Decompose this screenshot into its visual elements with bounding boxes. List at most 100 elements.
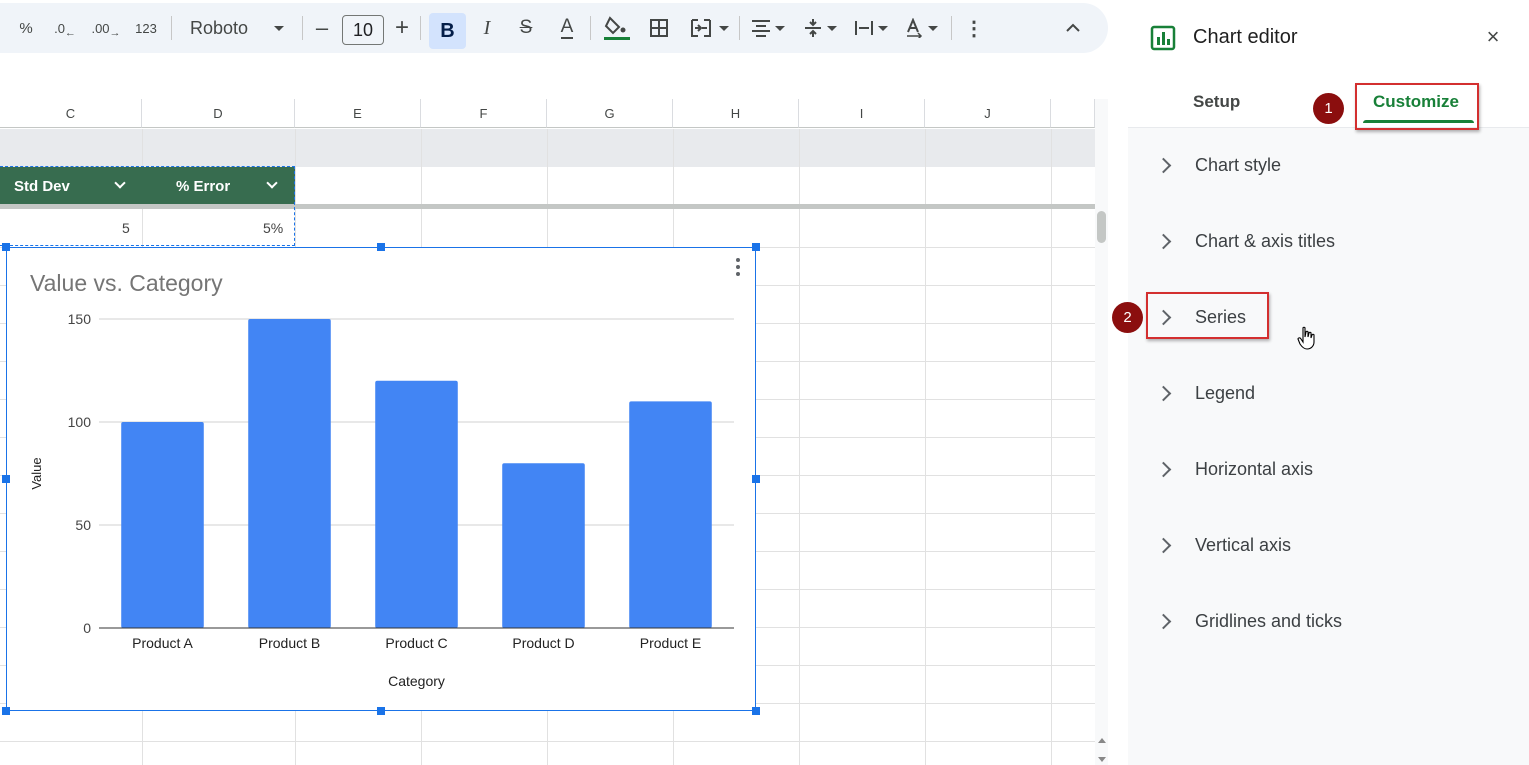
- align-center-icon: [752, 20, 770, 37]
- formula-bar[interactable]: [0, 63, 1108, 98]
- merge-cells-icon: [691, 19, 711, 37]
- vertical-align-icon: [805, 19, 821, 37]
- resize-handle[interactable]: [2, 243, 10, 251]
- increase-font-size-button[interactable]: +: [391, 3, 413, 53]
- bar-product-e: [629, 401, 712, 628]
- text-rotation-icon: [907, 18, 923, 38]
- more-options-button[interactable]: ⋮: [963, 3, 985, 53]
- resize-handle[interactable]: [2, 475, 10, 483]
- step-marker-1: 1: [1313, 93, 1344, 124]
- text-color-button[interactable]: A: [555, 3, 579, 53]
- text-color-icon: A: [560, 16, 574, 39]
- text-wrap-icon: [855, 21, 873, 35]
- resize-handle[interactable]: [377, 243, 385, 251]
- scroll-up-icon[interactable]: [1098, 738, 1106, 743]
- increase-decimal-button[interactable]: .00 →: [90, 3, 122, 53]
- x-tick-label: Product A: [132, 635, 193, 651]
- column-gridline: [925, 129, 926, 765]
- column-header-j[interactable]: J: [925, 99, 1051, 128]
- bar-product-d: [502, 463, 585, 628]
- chevron-down-icon: [928, 25, 938, 31]
- close-icon[interactable]: ×: [1484, 26, 1502, 48]
- section-label: Chart & axis titles: [1195, 230, 1336, 251]
- row-gridline: [0, 741, 1095, 742]
- percent-format-button[interactable]: %: [14, 3, 38, 53]
- section-label: Chart style: [1195, 154, 1282, 175]
- fill-color-button[interactable]: [601, 3, 633, 53]
- vertical-align-button[interactable]: [800, 3, 840, 53]
- bar-product-b: [248, 319, 331, 628]
- resize-handle[interactable]: [2, 707, 10, 715]
- toolbar-divider: [420, 16, 421, 40]
- step-marker-2: 2: [1112, 302, 1143, 333]
- highlight-box-series: [1146, 292, 1269, 339]
- customize-sections: Chart style Chart & axis titles Series L…: [1128, 128, 1529, 765]
- column-header-f[interactable]: F: [421, 99, 547, 128]
- decrease-font-size-button[interactable]: –: [311, 3, 333, 53]
- chevron-right-icon: [1155, 233, 1172, 249]
- column-gridline: [799, 129, 800, 765]
- column-header-g[interactable]: G: [547, 99, 673, 128]
- chevron-right-icon: [1155, 461, 1172, 477]
- toolbar-divider: [739, 16, 740, 40]
- scroll-down-icon[interactable]: [1098, 757, 1106, 762]
- scrollbar-thumb[interactable]: [1097, 211, 1106, 243]
- y-axis-title: Value: [29, 457, 44, 489]
- column-header-e[interactable]: E: [295, 99, 421, 128]
- column-gridline: [1051, 129, 1052, 765]
- italic-button[interactable]: I: [476, 3, 498, 53]
- section-gridlines-ticks[interactable]: Gridlines and ticks: [1128, 591, 1529, 651]
- more-formats-button[interactable]: 123: [130, 3, 162, 53]
- column-header-h[interactable]: H: [673, 99, 799, 128]
- resize-handle[interactable]: [377, 707, 385, 715]
- section-horizontal-axis[interactable]: Horizontal axis: [1128, 439, 1529, 499]
- y-tick-label: 150: [68, 311, 92, 327]
- bar-product-c: [375, 380, 458, 628]
- x-tick-label: Product C: [385, 635, 447, 651]
- tab-setup[interactable]: Setup: [1193, 92, 1240, 112]
- y-tick-label: 0: [83, 620, 91, 636]
- x-tick-label: Product B: [259, 635, 320, 651]
- text-rotation-button[interactable]: [900, 3, 942, 53]
- resize-handle[interactable]: [752, 475, 760, 483]
- vertical-scrollbar[interactable]: [1095, 99, 1108, 765]
- collapse-toolbar-button[interactable]: [1062, 3, 1084, 53]
- toolbar-divider: [590, 16, 591, 40]
- borders-icon: [650, 19, 668, 37]
- section-label: Legend: [1195, 382, 1256, 403]
- section-label: Vertical axis: [1195, 534, 1292, 555]
- chevron-right-icon: [1155, 537, 1172, 553]
- section-vertical-axis[interactable]: Vertical axis: [1128, 515, 1529, 575]
- resize-handle[interactable]: [752, 243, 760, 251]
- section-chart-style[interactable]: Chart style: [1128, 135, 1529, 195]
- bar-product-a: [121, 422, 204, 628]
- merge-cells-button[interactable]: [686, 3, 732, 53]
- column-header-c[interactable]: C: [0, 99, 142, 128]
- chevron-up-icon: [1066, 23, 1080, 32]
- embedded-chart[interactable]: Value vs. Category 0 50 100 150 Product A Pro…: [6, 247, 756, 711]
- section-chart-axis-titles[interactable]: Chart & axis titles: [1128, 211, 1529, 271]
- font-family-value: Roboto: [190, 17, 249, 38]
- horizontal-align-button[interactable]: [748, 3, 788, 53]
- section-label: Horizontal axis: [1195, 458, 1314, 479]
- y-tick-label: 100: [68, 414, 92, 430]
- bold-button[interactable]: B: [429, 13, 466, 49]
- chart-plot: 0 50 100 150 Product A Product B Product C Prod…: [29, 311, 734, 689]
- column-header-i[interactable]: I: [799, 99, 925, 128]
- highlight-box-customize: [1355, 83, 1479, 130]
- borders-button[interactable]: [646, 3, 672, 53]
- section-label: Gridlines and ticks: [1195, 610, 1343, 631]
- copy-selection-outline: [0, 166, 295, 246]
- text-wrapping-button[interactable]: [850, 3, 892, 53]
- formatting-toolbar: % .0 ← .00 → 123 Roboto – 10 + B I S A ⋮: [0, 3, 1108, 53]
- section-legend[interactable]: Legend: [1128, 363, 1529, 423]
- font-family-dropdown[interactable]: Roboto: [182, 16, 292, 40]
- resize-handle[interactable]: [752, 707, 760, 715]
- strikethrough-button[interactable]: S: [514, 3, 538, 53]
- font-size-input[interactable]: 10: [342, 15, 384, 45]
- column-header-k[interactable]: [1051, 99, 1095, 128]
- increase-decimal-label: .00: [91, 20, 110, 36]
- decrease-decimal-button[interactable]: .0 ←: [50, 3, 80, 53]
- column-header-d[interactable]: D: [142, 99, 295, 128]
- paint-bucket-icon: [604, 16, 630, 40]
